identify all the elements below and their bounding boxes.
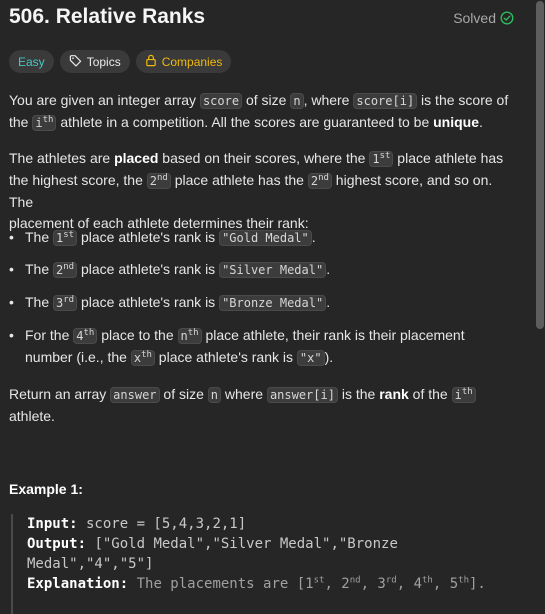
text: .	[479, 114, 483, 130]
lock-icon	[145, 54, 157, 70]
solved-label: Solved	[453, 10, 496, 26]
scrollbar[interactable]	[535, 0, 545, 612]
inline-code: 1st	[369, 151, 394, 167]
problem-title: 506. Relative Ranks	[9, 5, 206, 28]
inline-code: answer[i]	[266, 387, 338, 403]
text: based on their scores, where the	[158, 150, 370, 166]
text: the	[9, 114, 33, 130]
inline-code: "Gold Medal"	[219, 230, 312, 246]
text: place athlete has the	[170, 172, 308, 188]
inline-code: n	[207, 387, 222, 403]
text: The athletes are	[9, 150, 115, 166]
solved-status: Solved	[453, 10, 514, 26]
inline-code: ith	[32, 115, 57, 131]
description-paragraph-2: The athletes are placed based on their s…	[9, 148, 519, 234]
example-output-line: Output: ["Gold Medal","Silver Medal","Br…	[27, 536, 398, 552]
problem-header: 506. Relative Ranks Solved	[9, 5, 514, 31]
example-code-block: Input: score = [5,4,3,2,1] Output: ["Gol…	[11, 514, 527, 614]
inline-code: nth	[177, 328, 202, 344]
inline-code: score[i]	[353, 93, 418, 109]
inline-code: answer	[110, 387, 160, 403]
inline-code: 2nd	[307, 173, 332, 189]
text: , where	[303, 92, 354, 108]
description-paragraph-1: You are given an integer array score of …	[9, 90, 519, 134]
text: the highest score, the	[9, 172, 147, 188]
description-paragraph-3: Return an array answer of size n where a…	[9, 384, 519, 427]
inline-code: "Bronze Medal"	[219, 295, 327, 311]
inline-code: 4th	[73, 328, 98, 344]
difficulty-tag[interactable]: Easy	[9, 50, 54, 73]
text: is the score of	[417, 92, 509, 108]
inline-code: 2nd	[146, 173, 171, 189]
scrollbar-thumb[interactable]	[536, 1, 544, 329]
check-circle-icon	[500, 11, 514, 25]
bold-text: rank	[379, 386, 409, 402]
inline-code: "Silver Medal"	[219, 262, 327, 278]
inline-code: xth	[130, 350, 155, 366]
topics-button[interactable]: Topics	[59, 50, 130, 73]
text: of size	[242, 92, 291, 108]
difficulty-label: Easy	[18, 54, 45, 69]
example-explanation-line: Explanation: The placements are [1st, 2n…	[27, 575, 486, 592]
example-output-line-cont: Medal","4","5"]	[27, 556, 154, 572]
tag-icon	[69, 54, 82, 70]
inline-code: n	[290, 93, 304, 109]
bold-text: placed	[114, 150, 159, 166]
companies-button[interactable]: Companies	[135, 50, 232, 73]
topics-label: Topics	[86, 54, 121, 69]
inline-code: score	[199, 93, 243, 109]
text: athlete in a competition. All the scores…	[56, 114, 434, 130]
example-input-line: Input: score = [5,4,3,2,1]	[27, 516, 247, 532]
inline-code: 2nd	[53, 262, 78, 278]
tag-row: Easy Topics Companies	[9, 50, 232, 73]
example-heading: Example 1:	[9, 481, 83, 497]
companies-label: Companies	[161, 54, 223, 69]
text: place athlete has	[393, 150, 504, 166]
bold-text: unique	[433, 114, 480, 130]
text: You are given an integer array	[9, 92, 200, 108]
inline-code: 3rd	[53, 295, 78, 311]
inline-code: "x"	[296, 350, 325, 366]
inline-code: 1st	[53, 230, 78, 246]
inline-code: ith	[451, 387, 476, 403]
